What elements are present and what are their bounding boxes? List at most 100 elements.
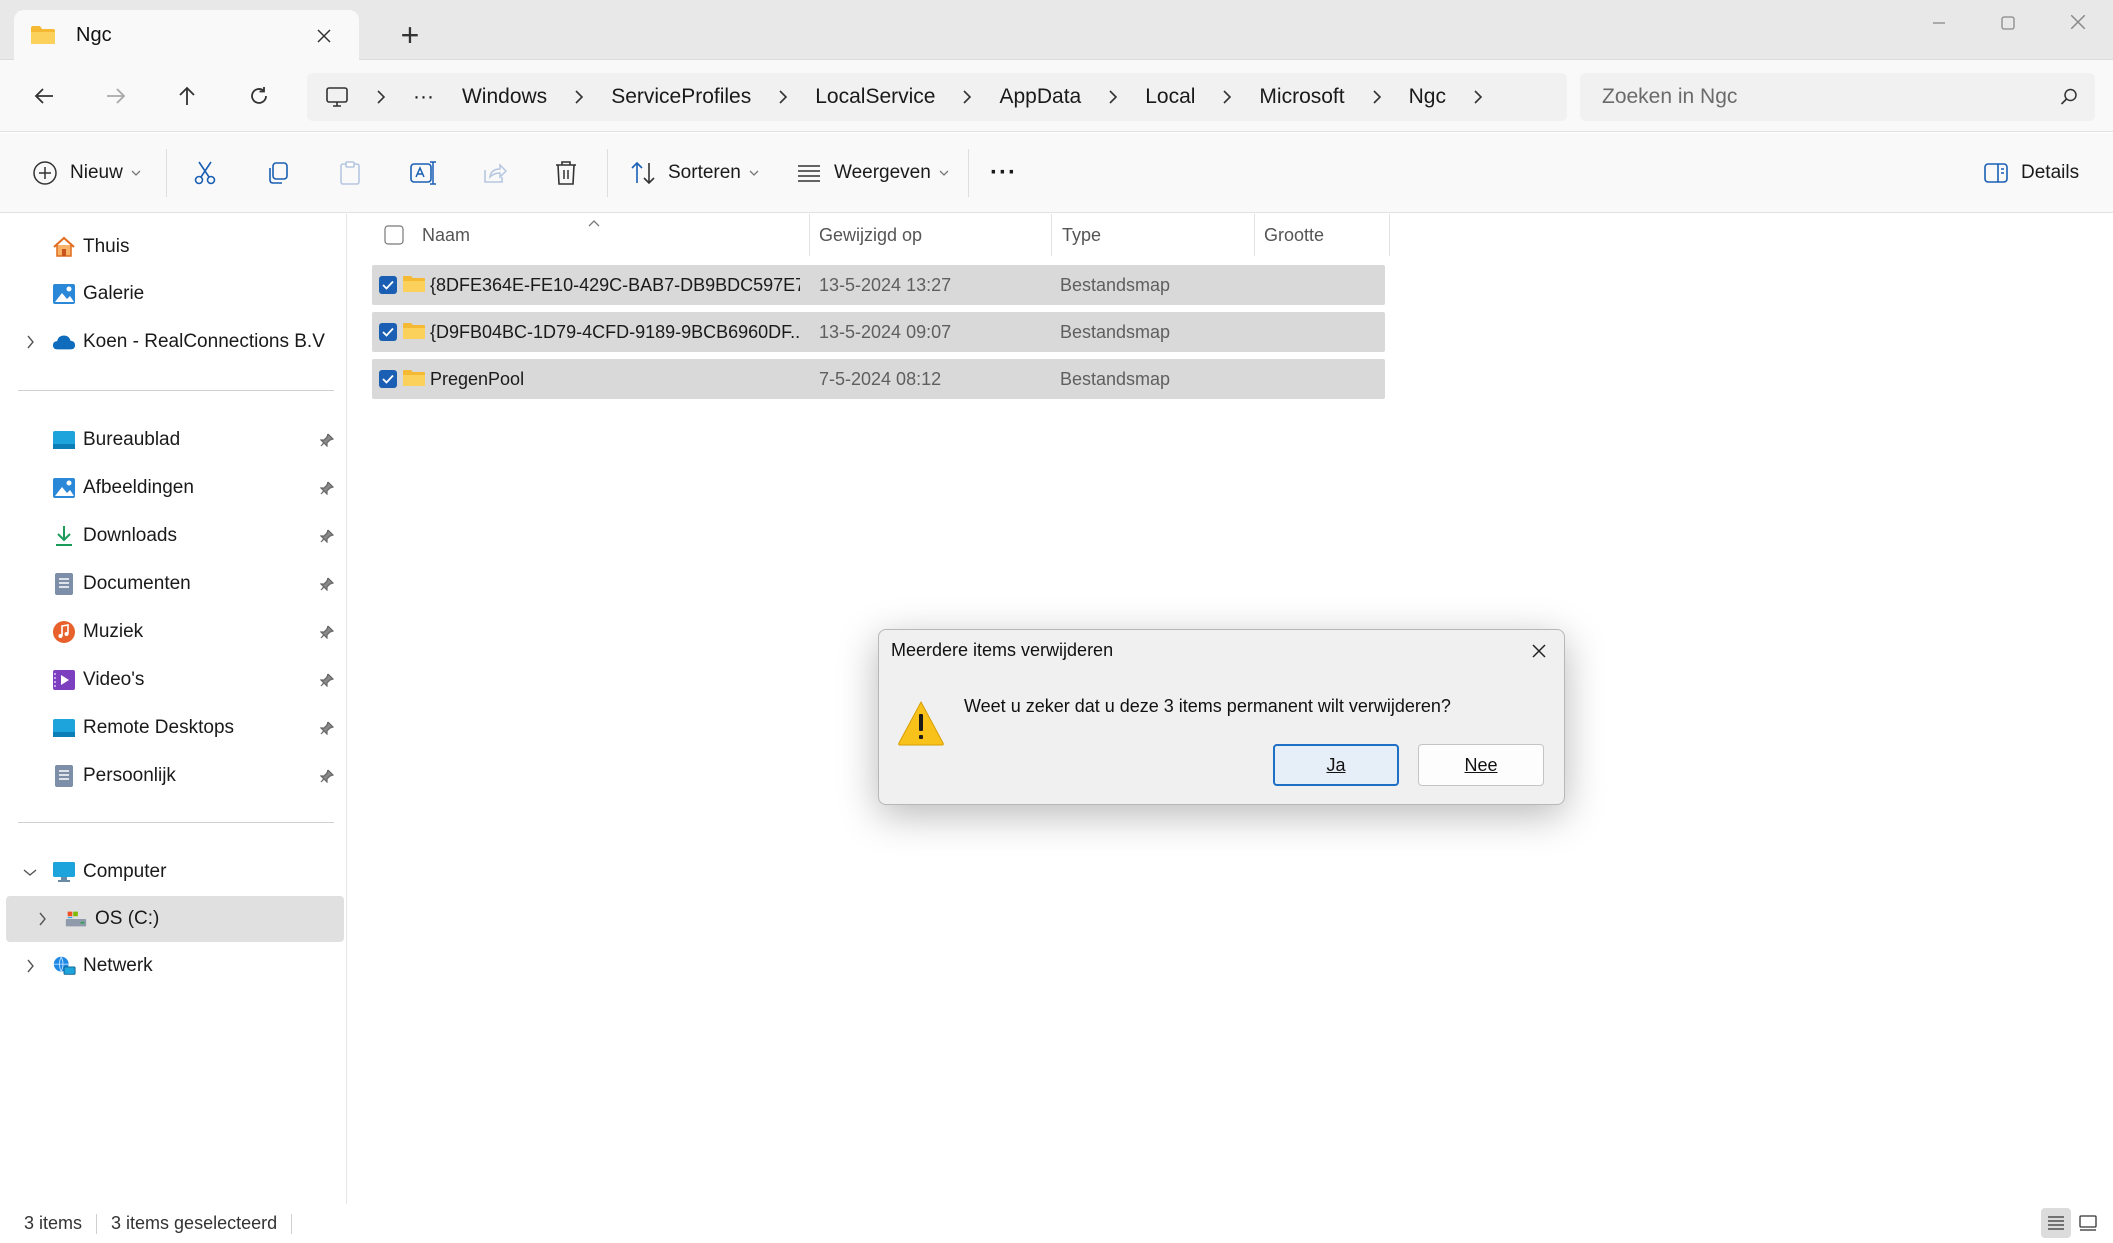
new-button[interactable]: Nieuw	[32, 151, 141, 195]
breadcrumb-windows[interactable]: Windows	[462, 85, 547, 109]
sort-button[interactable]: Sorteren	[630, 151, 759, 195]
yes-button[interactable]: Ja	[1273, 744, 1399, 786]
breadcrumb-serviceprofiles[interactable]: ServiceProfiles	[611, 85, 751, 109]
maximize-button[interactable]	[1978, 6, 2038, 42]
column-header-size[interactable]: Grootte	[1264, 214, 1324, 256]
chevron-right-icon[interactable]	[22, 958, 38, 974]
address-bar[interactable]: ··· Windows ServiceProfiles LocalService…	[307, 73, 1567, 121]
sidebar-item-personal[interactable]: Persoonlijk	[6, 753, 344, 799]
breadcrumb-localservice[interactable]: LocalService	[815, 85, 935, 109]
sidebar-item-label: Koen - RealConnections B.V	[83, 331, 325, 352]
tab-ngc[interactable]: Ngc	[14, 10, 359, 60]
close-window-button[interactable]	[2048, 6, 2108, 42]
cut-button[interactable]	[192, 151, 218, 195]
search-input[interactable]	[1602, 85, 2022, 109]
details-button[interactable]: Details	[1983, 151, 2079, 195]
sidebar-item-computer[interactable]: Computer	[6, 849, 344, 895]
rename-button[interactable]	[409, 151, 437, 195]
tab-close-icon[interactable]	[309, 20, 339, 50]
refresh-button[interactable]	[237, 76, 281, 116]
document-icon	[52, 764, 76, 788]
breadcrumb-appdata[interactable]: AppData	[999, 85, 1081, 109]
breadcrumb-separator-icon[interactable]	[373, 89, 389, 105]
pin-icon[interactable]	[318, 575, 336, 593]
column-header-modified[interactable]: Gewijzigd op	[819, 214, 922, 256]
breadcrumb-separator-icon[interactable]	[571, 89, 587, 105]
column-divider[interactable]	[1254, 214, 1255, 256]
pin-icon[interactable]	[318, 623, 336, 641]
sidebar-item-music[interactable]: Muziek	[6, 609, 344, 655]
table-row[interactable]: PregenPool 7-5-2024 08:12 Bestandsmap	[372, 359, 1385, 399]
sidebar-item-os-c[interactable]: OS (C:)	[6, 896, 344, 942]
share-button[interactable]	[482, 151, 508, 195]
view-button[interactable]: Weergeven	[796, 151, 949, 195]
paste-button[interactable]	[337, 151, 363, 195]
new-tab-button[interactable]: +	[393, 18, 427, 52]
details-view-button[interactable]	[2041, 1208, 2071, 1238]
sidebar-item-label: Documenten	[83, 573, 191, 594]
table-row[interactable]: {D9FB04BC-1D79-4CFD-9189-9BCB6960DF... 1…	[372, 312, 1385, 352]
sidebar-item-gallery[interactable]: Galerie	[6, 271, 344, 317]
breadcrumb-separator-icon[interactable]	[775, 89, 791, 105]
table-row[interactable]: {8DFE364E-FE10-429C-BAB7-DB9BDC597E76} 1…	[372, 265, 1385, 305]
sidebar-item-desktop[interactable]: Bureaublad	[6, 417, 344, 463]
row-checkbox[interactable]	[379, 276, 397, 294]
sidebar-item-pictures[interactable]: Afbeeldingen	[6, 465, 344, 511]
tiles-view-button[interactable]	[2073, 1208, 2103, 1238]
column-header-name[interactable]: Naam	[422, 214, 470, 256]
no-button[interactable]: Nee	[1418, 744, 1544, 786]
breadcrumb-separator-icon[interactable]	[1369, 89, 1385, 105]
row-checkbox[interactable]	[379, 370, 397, 388]
file-modified: 7-5-2024 08:12	[819, 369, 942, 389]
navigation-bar: ··· Windows ServiceProfiles LocalService…	[0, 60, 2113, 132]
pin-icon[interactable]	[318, 431, 336, 449]
pin-icon[interactable]	[318, 719, 336, 737]
breadcrumb-separator-icon[interactable]	[959, 89, 975, 105]
breadcrumb-ngc[interactable]: Ngc	[1409, 85, 1446, 109]
dialog-close-icon[interactable]	[1526, 638, 1552, 664]
dialog-title: Meerdere items verwijderen	[891, 640, 1114, 660]
column-divider[interactable]	[1051, 214, 1052, 256]
sidebar-item-onedrive[interactable]: Koen - RealConnections B.V	[6, 319, 344, 365]
search-icon[interactable]	[2059, 87, 2079, 107]
up-button[interactable]	[165, 76, 209, 116]
sidebar-item-videos[interactable]: Video's	[6, 657, 344, 703]
pin-icon[interactable]	[318, 671, 336, 689]
breadcrumb-separator-icon[interactable]	[1219, 89, 1235, 105]
back-button[interactable]	[22, 76, 66, 116]
minimize-button[interactable]	[1909, 6, 1969, 42]
row-checkbox[interactable]	[379, 323, 397, 341]
drive-icon	[64, 907, 88, 931]
breadcrumb-ellipsis[interactable]: ···	[413, 85, 434, 109]
sidebar-item-network[interactable]: Netwerk	[6, 943, 344, 989]
breadcrumb-separator-icon[interactable]	[1470, 89, 1486, 105]
pin-icon[interactable]	[318, 527, 336, 545]
more-options-button[interactable]: ···	[990, 151, 1017, 195]
sidebar-item-label: Video's	[83, 669, 145, 690]
chevron-right-icon[interactable]	[34, 911, 50, 927]
home-icon	[52, 235, 76, 259]
delete-button[interactable]	[554, 151, 578, 195]
column-divider[interactable]	[809, 214, 810, 256]
breadcrumb-microsoft[interactable]: Microsoft	[1259, 85, 1344, 109]
no-button-label: Nee	[1464, 754, 1498, 775]
pin-icon[interactable]	[318, 479, 336, 497]
select-all-checkbox[interactable]	[384, 214, 404, 256]
sidebar-item-downloads[interactable]: Downloads	[6, 513, 344, 559]
column-divider[interactable]	[1389, 214, 1390, 256]
chevron-down-icon[interactable]	[22, 864, 38, 880]
pin-icon[interactable]	[318, 767, 336, 785]
chevron-right-icon[interactable]	[22, 334, 38, 350]
column-header-type[interactable]: Type	[1062, 214, 1101, 256]
copy-button[interactable]	[265, 151, 291, 195]
sidebar-item-home[interactable]: Thuis	[6, 224, 344, 270]
command-bar: Nieuw Sorteren Weergeven ··· Details	[0, 133, 2113, 213]
this-pc-icon[interactable]	[325, 86, 349, 108]
breadcrumb-separator-icon[interactable]	[1105, 89, 1121, 105]
breadcrumb-local[interactable]: Local	[1145, 85, 1195, 109]
sidebar-item-remote-desktops[interactable]: Remote Desktops	[6, 705, 344, 751]
folder-icon	[403, 276, 425, 292]
sidebar-item-documents[interactable]: Documenten	[6, 561, 344, 607]
forward-button[interactable]	[94, 76, 138, 116]
share-icon	[484, 163, 508, 183]
